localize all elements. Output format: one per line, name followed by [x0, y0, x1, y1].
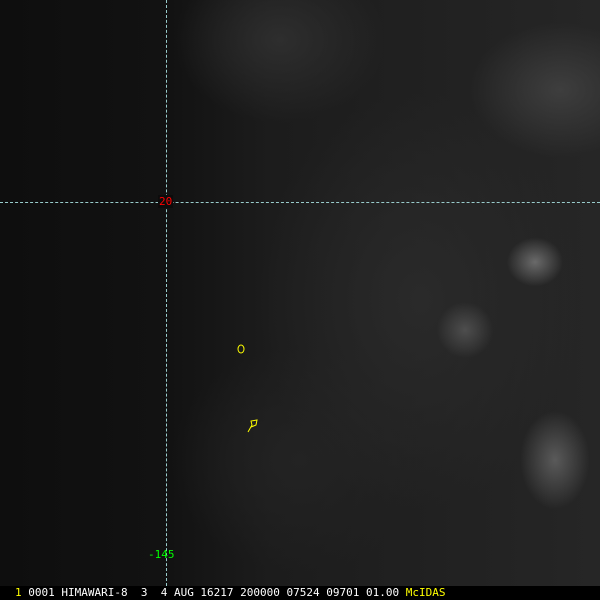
status-bar: 1 0001 HIMAWARI-8 3 4 AUG 16217 200000 0… [0, 586, 600, 600]
latitude-gridline [0, 202, 600, 203]
image-info: 0001 HIMAWARI-8 3 4 AUG 16217 200000 075… [21, 586, 406, 599]
satellite-imagery [0, 0, 600, 586]
island-coastline [237, 344, 245, 354]
longitude-gridline [166, 0, 167, 586]
satellite-image-frame: 20 -145 1 0001 HIMAWARI-8 3 4 AUG 16217 … [0, 0, 600, 600]
frame-number: 1 [15, 586, 22, 599]
island-coastline [247, 419, 258, 433]
latitude-label: 20 [158, 195, 174, 208]
longitude-label: -145 [148, 548, 175, 561]
mcidas-brand: McIDAS [405, 586, 446, 599]
